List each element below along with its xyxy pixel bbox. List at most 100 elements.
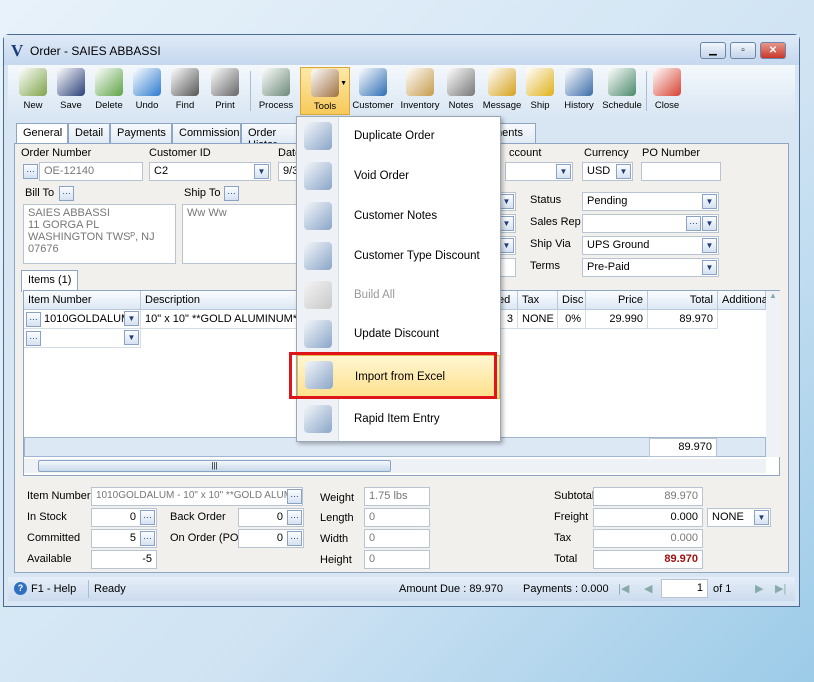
toolbar-new-button[interactable]: New [16, 67, 50, 115]
status-select[interactable]: Pending ▼ [582, 192, 719, 211]
account-select[interactable]: ▼ [505, 162, 573, 181]
chevron-down-icon[interactable]: ▼ [500, 194, 514, 209]
toolbar-print-button[interactable]: Print [208, 67, 242, 115]
column-header[interactable]: Total [648, 291, 718, 310]
vertical-scrollbar[interactable]: ▲ [766, 291, 780, 457]
tools-dropdown-arrow-icon[interactable]: ▼ [340, 80, 347, 87]
chevron-down-icon[interactable]: ▼ [702, 194, 717, 209]
toolbar-schedule-button[interactable]: Schedule [600, 67, 644, 115]
next-page-icon[interactable]: ▶ [755, 582, 763, 595]
menu-item-void-order[interactable]: Void Order [297, 157, 500, 197]
prev-page-icon[interactable]: ◀ [644, 582, 652, 595]
column-header[interactable]: Tax [518, 291, 558, 310]
column-header[interactable]: Additiona [718, 291, 768, 310]
description-cell[interactable]: 10" x 10" **GOLD ALUMINUM* Eng [141, 310, 301, 329]
toolbar-message-button[interactable]: Message [482, 67, 522, 115]
bill-to-address[interactable]: SAIES ABBASSI 11 GORGA PL WASHINGTON TWS… [23, 204, 176, 264]
scrollbar-thumb[interactable]: ||| [38, 460, 391, 472]
menu-item-customer-type-discount[interactable]: Customer Type Discount [297, 237, 500, 277]
tab-detail[interactable]: Detail [68, 123, 110, 143]
page-number-field[interactable]: 1 [661, 579, 708, 598]
item-lookup-button[interactable]: … [26, 331, 41, 346]
tab-commission[interactable]: Commission [172, 123, 241, 143]
total-cell[interactable]: 89.970 [648, 310, 718, 329]
length-field[interactable]: 0 [364, 508, 430, 527]
freight-type-select[interactable]: NONE ▼ [707, 508, 771, 527]
freight-field[interactable]: 0.000 [593, 508, 703, 527]
menu-item-update-discount[interactable]: Update Discount [297, 315, 500, 355]
toolbar-inventory-button[interactable]: Inventory [398, 67, 442, 115]
first-page-icon[interactable]: |◀ [618, 582, 629, 595]
hidden-select[interactable]: ▼ [499, 214, 516, 233]
toolbar-delete-button[interactable]: Delete [92, 67, 126, 115]
toolbar-undo-button[interactable]: Undo [130, 67, 164, 115]
chevron-down-icon[interactable]: ▼ [702, 216, 717, 231]
bill-to-lookup-button[interactable]: … [59, 186, 74, 201]
menu-item-customer-notes[interactable]: Customer Notes [297, 197, 500, 237]
chevron-down-icon[interactable]: ▼ [500, 238, 514, 253]
column-header[interactable]: Disc [558, 291, 586, 310]
menu-item-rapid-item-entry[interactable]: Rapid Item Entry [297, 400, 500, 440]
disc-cell[interactable]: 0% [558, 310, 586, 329]
hidden-select[interactable]: ▼ [499, 236, 516, 255]
new-item-cell[interactable]: … ▼ [24, 329, 141, 348]
printer-icon [211, 68, 239, 96]
chevron-down-icon[interactable]: ▼ [702, 260, 717, 275]
item-number-cell[interactable]: … 1010GOLDALUM ▼ [24, 310, 141, 329]
back-order-lookup-button[interactable]: … [287, 510, 302, 525]
column-header[interactable]: Item Number [24, 291, 141, 310]
chevron-down-icon[interactable]: ▼ [124, 311, 139, 326]
customer-id-select[interactable]: C2 ▼ [149, 162, 271, 181]
toolbar-tools-button[interactable]: Tools ▼ [300, 67, 350, 115]
tab-items[interactable]: Items (1) [21, 270, 79, 292]
toolbar-close-button[interactable]: Close [650, 67, 684, 115]
weight-field[interactable]: 1.75 lbs [364, 487, 430, 506]
chevron-down-icon[interactable]: ▼ [500, 216, 514, 231]
terms-select[interactable]: Pre-Paid ▼ [582, 258, 719, 277]
chevron-down-icon[interactable]: ▼ [754, 510, 769, 525]
in-stock-lookup-button[interactable]: … [140, 510, 155, 525]
item-lookup-button[interactable]: … [26, 312, 41, 327]
close-button[interactable]: ✕ [760, 42, 786, 59]
committed-lookup-button[interactable]: … [140, 531, 155, 546]
toolbar-find-button[interactable]: Find [168, 67, 202, 115]
help-label[interactable]: F1 - Help [31, 583, 76, 595]
hidden-field[interactable] [499, 258, 516, 277]
tab-general[interactable]: General [16, 123, 68, 145]
restore-button[interactable]: ▫ [730, 42, 756, 59]
toolbar-ship-button[interactable]: Ship [524, 67, 556, 115]
horizontal-scrollbar[interactable]: ||| [24, 459, 766, 473]
chevron-down-icon[interactable]: ▼ [702, 238, 717, 253]
ship-to-address[interactable]: Ww Ww [182, 204, 307, 264]
column-header[interactable]: Price [586, 291, 648, 310]
price-cell[interactable]: 29.990 [586, 310, 648, 329]
last-page-icon[interactable]: ▶| [775, 582, 786, 595]
menu-item-duplicate-order[interactable]: Duplicate Order [297, 117, 500, 157]
width-field[interactable]: 0 [364, 529, 430, 548]
sales-rep-select[interactable]: … ▼ [582, 214, 719, 233]
item-detail-lookup-button[interactable]: … [287, 489, 302, 504]
chevron-down-icon[interactable]: ▼ [556, 164, 571, 179]
ship-to-lookup-button[interactable]: … [224, 186, 239, 201]
toolbar-notes-button[interactable]: Notes [444, 67, 478, 115]
po-number-field[interactable] [641, 162, 721, 181]
toolbar-save-button[interactable]: Save [54, 67, 88, 115]
chevron-down-icon[interactable]: ▼ [616, 164, 631, 179]
order-number-field[interactable]: OE-12140 [39, 162, 143, 181]
ship-via-select[interactable]: UPS Ground ▼ [582, 236, 719, 255]
minimize-button[interactable]: ▁ [700, 42, 726, 59]
on-order-lookup-button[interactable]: … [287, 531, 302, 546]
height-field[interactable]: 0 [364, 550, 430, 569]
currency-select[interactable]: USD ▼ [582, 162, 633, 181]
order-number-lookup-button[interactable]: … [23, 164, 38, 179]
toolbar-process-button[interactable]: Process [256, 67, 296, 115]
toolbar-history-button[interactable]: History [560, 67, 598, 115]
sales-rep-lookup-button[interactable]: … [686, 216, 701, 231]
hidden-select[interactable]: ▼ [499, 192, 516, 211]
chevron-down-icon[interactable]: ▼ [124, 330, 139, 345]
tab-payments[interactable]: Payments [110, 123, 172, 143]
detail-item-number-field[interactable]: 1010GOLDALUM - 10" x 10" **GOLD ALUM [91, 487, 303, 506]
tax-cell[interactable]: NONE [518, 310, 558, 329]
toolbar-customer-button[interactable]: Customer [352, 67, 394, 115]
chevron-down-icon[interactable]: ▼ [254, 164, 269, 179]
